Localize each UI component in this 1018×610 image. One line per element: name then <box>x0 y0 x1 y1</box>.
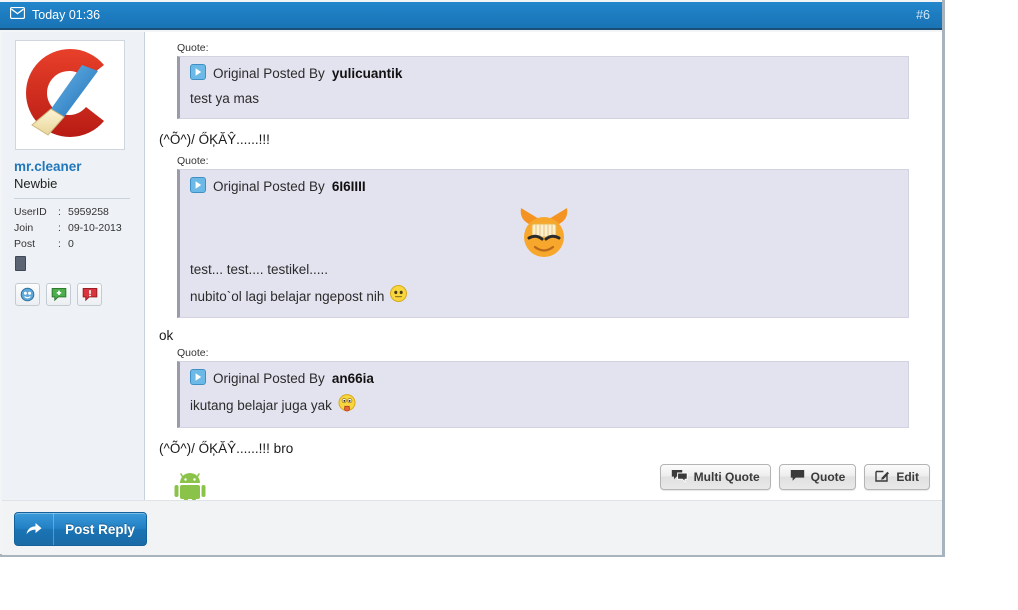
multi-quote-label: Multi Quote <box>693 470 760 484</box>
quote-author[interactable]: 6I6IIII <box>332 179 366 194</box>
user-info-column: mr.cleaner Newbie UserID : 5959258 Join … <box>2 32 145 500</box>
pencil-square-icon <box>875 469 890 486</box>
quote-label: Quote: <box>177 347 209 360</box>
message-text: ok <box>159 327 174 343</box>
quote-block: Original Posted By an66ia ikutang belaja… <box>177 361 909 429</box>
reputation-add-icon[interactable] <box>46 283 71 306</box>
user-stat-userid: UserID : 5959258 <box>14 206 136 218</box>
user-stat-post: Post : 0 <box>14 238 136 250</box>
user-name[interactable]: mr.cleaner <box>14 159 136 174</box>
quote-button[interactable]: Quote <box>778 464 857 490</box>
ccleaner-logo-avatar <box>18 41 122 150</box>
speech-bubble-icon <box>790 469 805 486</box>
mobile-device-icon <box>15 256 26 271</box>
tongue-out-emoticon <box>338 394 356 418</box>
quote-line: ikutang belajar juga yak <box>190 398 332 414</box>
quote-text: test... test.... testikel..... <box>190 260 898 280</box>
double-speech-bubble-icon <box>671 469 688 486</box>
user-stat-join: Join : 09-10-2013 <box>14 222 136 234</box>
quote-author[interactable]: an66ia <box>332 371 374 386</box>
stat-label: UserID <box>14 206 47 218</box>
stat-separator: : <box>58 238 61 250</box>
profile-globe-icon[interactable] <box>15 283 40 306</box>
report-post-icon[interactable] <box>77 283 102 306</box>
post-reply-button[interactable]: Post Reply <box>14 512 147 546</box>
quote-label: Quote: <box>177 42 209 54</box>
quote-prefix: Original Posted By <box>213 179 325 195</box>
reply-arrow-icon <box>15 513 54 545</box>
quote-arrow-icon[interactable] <box>190 369 206 388</box>
stat-value: 5959258 <box>68 206 109 218</box>
quote-text: nubito`ol lagi belajar ngepost nih <box>190 285 898 308</box>
quote-attribution: Original Posted By 6I6IIII <box>190 177 898 196</box>
stat-label: Post <box>14 238 36 250</box>
quote-label: Quote: <box>177 155 209 168</box>
quote-line: test... test.... testikel..... <box>190 262 329 278</box>
quote-block: Original Posted By yulicuantik test ya m… <box>177 56 909 119</box>
envelope-icon <box>9 6 26 24</box>
post-body: mr.cleaner Newbie UserID : 5959258 Join … <box>2 32 942 506</box>
quote-line: test ya mas <box>190 91 260 106</box>
divider <box>14 198 130 199</box>
post-date: Today 01:36 <box>32 8 101 22</box>
quote-arrow-icon[interactable] <box>190 64 206 83</box>
stat-value: 09-10-2013 <box>68 222 122 234</box>
quote-text: test ya mas <box>190 89 898 109</box>
post-header-bar: Today 01:36 #6 <box>0 2 942 30</box>
stat-separator: : <box>58 222 61 234</box>
message-text: (^Õ^)/ ŐĶĂŶ......!!! bro <box>159 441 294 457</box>
quote-author[interactable]: yulicuantik <box>332 66 403 81</box>
post-header-left: Today 01:36 <box>9 6 916 24</box>
edit-label: Edit <box>896 470 919 484</box>
user-title: Newbie <box>14 176 58 191</box>
quote-prefix: Original Posted By <box>213 371 325 387</box>
edit-button[interactable]: Edit <box>864 464 930 490</box>
post-reply-label: Post Reply <box>65 521 135 537</box>
post-panel: Today 01:36 #6 mr.cleaner Newbie UserID … <box>0 0 945 557</box>
user-action-buttons <box>15 283 136 306</box>
quote-prefix: Original Posted By <box>213 66 325 81</box>
stat-label: Join <box>14 222 34 234</box>
message-text: (^Õ^)/ ŐĶĂŶ......!!! <box>159 131 270 147</box>
post-footer: Post Reply <box>2 500 942 555</box>
page-root: Today 01:36 #6 mr.cleaner Newbie UserID … <box>0 0 1018 610</box>
quote-label: Quote <box>810 470 846 484</box>
quote-attribution: Original Posted By yulicuantik <box>190 64 898 83</box>
post-action-buttons: Multi Quote Quote Edit <box>659 464 930 490</box>
quote-block: Original Posted By 6I6IIII test... test.… <box>177 169 909 318</box>
quote-text: ikutang belajar juga yak <box>190 394 898 418</box>
avatar[interactable] <box>15 40 125 150</box>
stat-value: 0 <box>68 238 74 250</box>
quote-arrow-icon[interactable] <box>190 177 206 196</box>
orange-laughing-face-emoticon <box>190 202 898 260</box>
post-number[interactable]: #6 <box>916 8 930 22</box>
yellow-smiley-emoticon <box>390 285 408 308</box>
stat-separator: : <box>58 206 61 218</box>
multi-quote-button[interactable]: Multi Quote <box>659 464 771 490</box>
quote-attribution: Original Posted By an66ia <box>190 369 898 388</box>
message-column: Quote: Original Posted By yulicuantik te… <box>145 32 942 506</box>
quote-line: nubito`ol lagi belajar ngepost nih <box>190 288 385 304</box>
